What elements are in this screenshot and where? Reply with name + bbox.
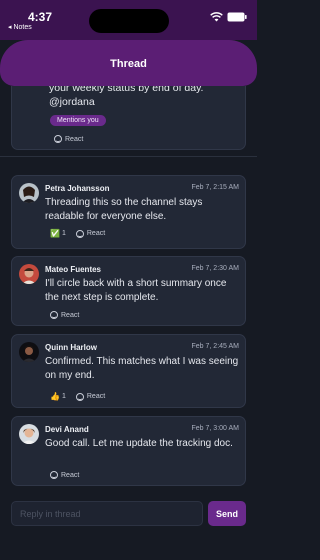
composer: Send (0, 494, 257, 534)
reaction-chip[interactable]: ✅ 1 (50, 229, 66, 238)
mention-badge: Mentions you (50, 115, 106, 126)
status-bar: 4:37 ◂ Notes (0, 0, 257, 40)
avatar (19, 424, 39, 444)
author-name: Quinn Harlow (45, 343, 97, 352)
message-text: Threading this so the channel stays read… (45, 197, 203, 222)
reaction-chip[interactable]: 👍 1 (50, 392, 66, 401)
react-button[interactable]: React (50, 471, 79, 479)
list-item: Quinn Harlow Feb 7, 2:45 AM Confirmed. T… (11, 334, 246, 408)
react-button[interactable]: React (50, 311, 79, 319)
smile-icon (50, 311, 58, 319)
author-name: Devi Anand (45, 425, 89, 434)
author-name: Mateo Fuentes (45, 265, 102, 274)
page-title: Thread (110, 58, 147, 70)
react-button[interactable]: React (75, 229, 105, 238)
send-button[interactable]: Send (208, 501, 246, 526)
list-item: your weekly status by end of day. @jorda… (11, 86, 246, 150)
avatar (19, 342, 39, 362)
dynamic-island (89, 9, 169, 33)
battery-icon (227, 12, 247, 22)
reply-input[interactable] (11, 501, 203, 526)
message-text: Confirmed. This matches what I was seein… (45, 356, 239, 381)
message-timestamp: Feb 7, 3:00 AM (191, 425, 239, 432)
reaction-row: React (50, 311, 79, 319)
reaction-row: React (50, 471, 79, 479)
react-button[interactable]: React (75, 392, 105, 401)
message-timestamp: Feb 7, 2:15 AM (191, 184, 239, 191)
wifi-icon (210, 12, 223, 22)
divider (0, 156, 257, 157)
list-item: Petra Johansson Feb 7, 2:15 AM Threading… (11, 175, 246, 249)
message-text: Good call. Let me update the tracking do… (45, 438, 233, 449)
reaction-row: React (54, 135, 83, 143)
list-item: Devi Anand Feb 7, 3:00 AM Good call. Let… (11, 416, 246, 486)
smile-icon (75, 229, 84, 238)
checkmark-emoji-icon: ✅ (50, 229, 60, 238)
message-timestamp: Feb 7, 2:45 AM (191, 343, 239, 350)
avatar (19, 264, 39, 284)
back-to-notes-link[interactable]: ◂ Notes (8, 23, 32, 31)
avatar (19, 183, 39, 203)
smile-icon (54, 135, 62, 143)
smile-icon (75, 392, 84, 401)
reaction-row: 👍 1 React (50, 392, 105, 401)
message-text: your weekly status by end of day. @jorda… (49, 86, 204, 108)
author-name: Petra Johansson (45, 184, 110, 193)
reaction-row: ✅ 1 React (50, 229, 105, 238)
status-time: 4:37 (28, 10, 53, 24)
message-text: I'll circle back with a short summary on… (45, 278, 227, 303)
list-item: Mateo Fuentes Feb 7, 2:30 AM I'll circle… (11, 256, 246, 326)
message-timestamp: Feb 7, 2:30 AM (191, 265, 239, 272)
system-icons (210, 12, 247, 22)
react-button[interactable]: React (54, 135, 83, 143)
thumbs-up-emoji-icon: 👍 (50, 392, 60, 401)
smile-icon (50, 471, 58, 479)
thread-list[interactable]: your weekly status by end of day. @jorda… (0, 86, 257, 486)
